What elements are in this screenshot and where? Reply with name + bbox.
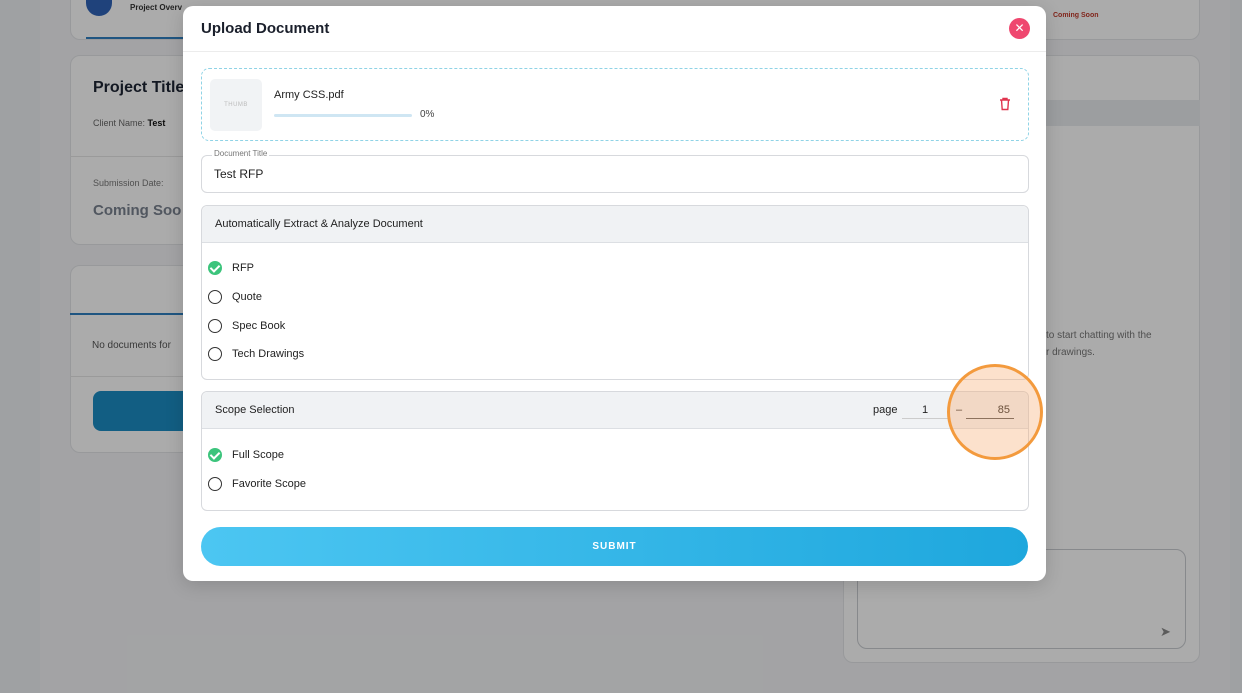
extract-section-header: Automatically Extract & Analyze Document [202,206,1028,243]
extract-section: Automatically Extract & Analyze Document [201,205,1029,380]
option-spec-book-label[interactable]: Spec Book [232,320,285,332]
option-favorite-scope-label[interactable]: Favorite Scope [232,478,306,490]
click-highlight [947,364,1043,460]
option-quote-label[interactable]: Quote [232,291,262,303]
upload-progress-text: 0% [420,109,435,120]
modal-header-divider [183,51,1046,52]
modal-title: Upload Document [201,20,330,37]
trash-icon[interactable] [999,97,1011,111]
uploaded-file-card [201,68,1029,141]
option-tech-drawings-radio[interactable] [208,347,222,361]
option-full-scope-radio[interactable] [208,448,222,462]
option-quote-radio[interactable] [208,290,222,304]
option-favorite-scope-radio[interactable] [208,477,222,491]
document-title-input[interactable] [214,167,614,181]
option-rfp-radio[interactable] [208,261,222,275]
file-thumbnail: THUMB [210,79,262,131]
extract-section-title: Automatically Extract & Analyze Document [215,218,423,230]
option-spec-book-radio[interactable] [208,319,222,333]
upload-progress-bar [274,114,412,117]
file-name: Army CSS.pdf [274,89,344,101]
scope-section-title: Scope Selection [215,404,295,416]
page-from-input[interactable]: 1 [902,404,948,419]
option-rfp-label[interactable]: RFP [232,262,254,274]
option-tech-drawings-label[interactable]: Tech Drawings [232,348,304,360]
page-label: page [873,404,898,416]
document-title-label: Document Title [212,149,270,158]
close-icon[interactable]: ✕ [1009,18,1030,39]
submit-button[interactable]: SUBMIT [201,527,1028,566]
option-full-scope-label[interactable]: Full Scope [232,449,284,461]
